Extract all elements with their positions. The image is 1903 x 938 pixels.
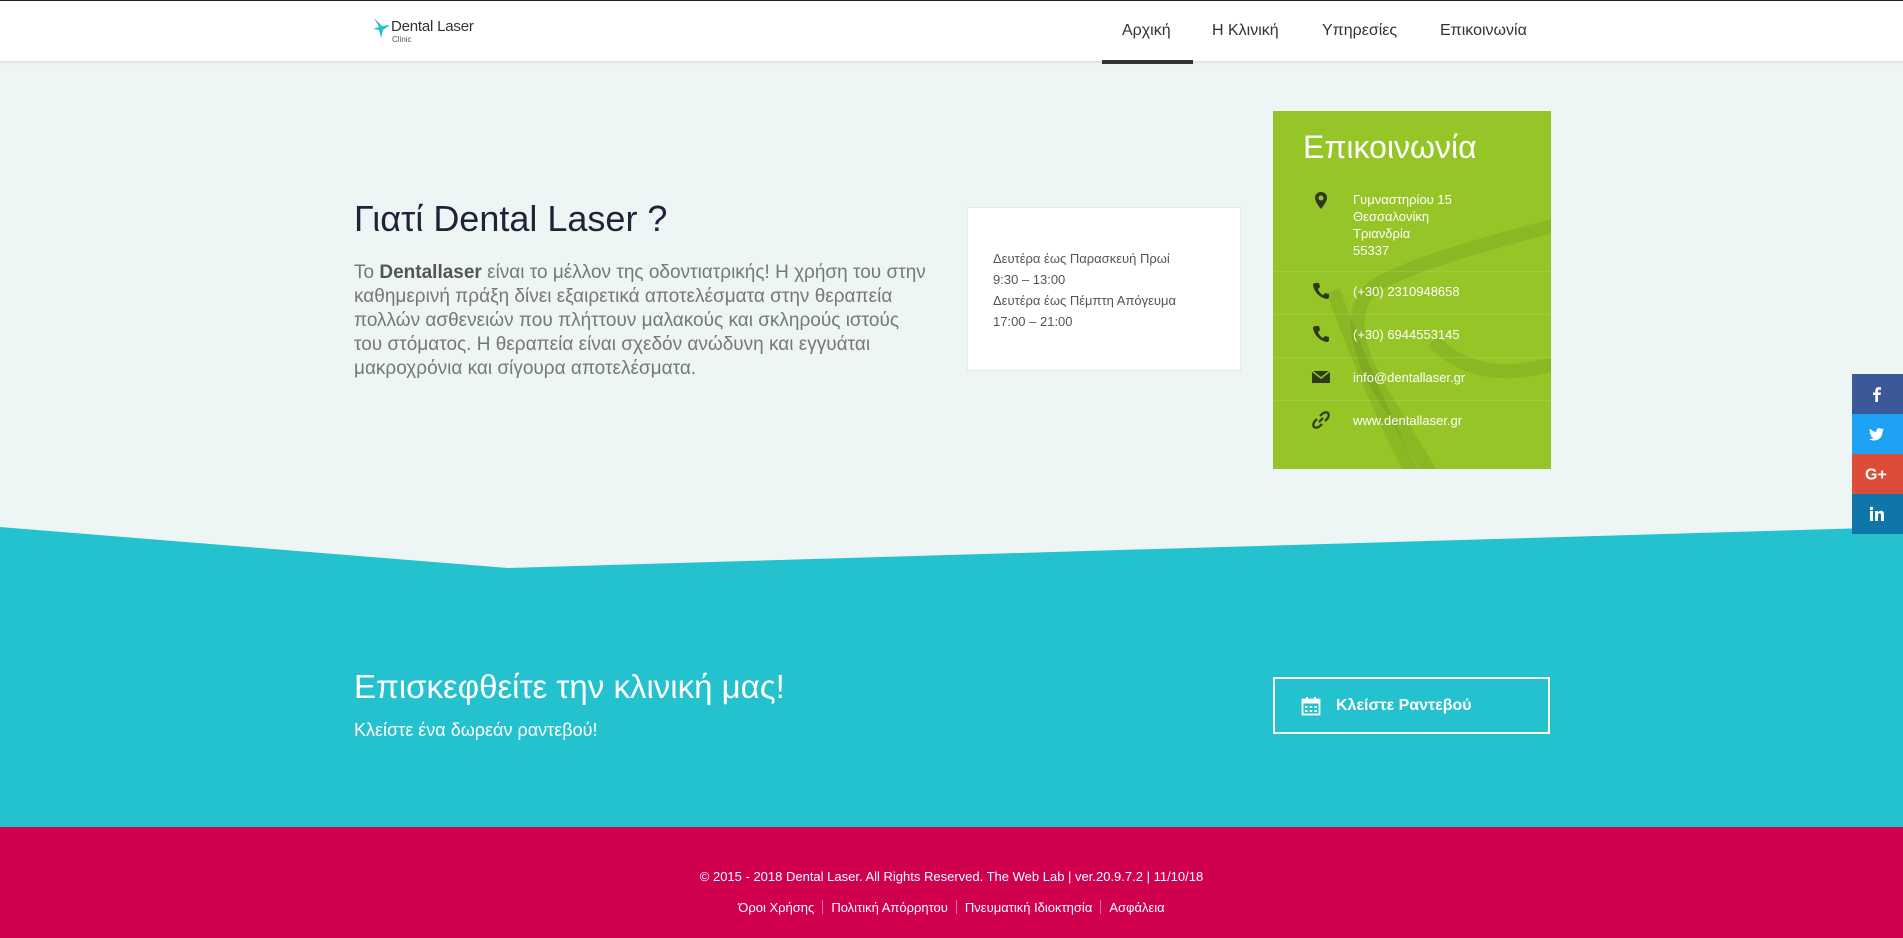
footer-link-security[interactable]: Ασφάλεια bbox=[1109, 900, 1164, 915]
book-appointment-button[interactable]: Κλείστε Ραντεβού bbox=[1273, 677, 1550, 734]
intro-text-bold: Dentallaser bbox=[379, 262, 482, 283]
copyright-text: © 2015 - 2018 Dental Laser. All Rights R… bbox=[699, 869, 1204, 884]
cta-title: Επισκεφθείτε την κλινική μας! bbox=[354, 668, 785, 705]
hours-line: 9:30 – 13:00 bbox=[993, 272, 1066, 287]
divider bbox=[1273, 400, 1551, 401]
linkedin-share-button[interactable] bbox=[1852, 494, 1903, 534]
envelope-icon bbox=[1311, 370, 1331, 383]
intro-text-prefix: Το bbox=[354, 262, 380, 283]
logo-star-icon bbox=[373, 18, 390, 38]
twitter-icon bbox=[1869, 428, 1884, 441]
calendar-icon bbox=[1301, 697, 1321, 716]
cta-subtitle: Κλείστε ένα δωρεάν ραντεβού! bbox=[354, 720, 598, 740]
contact-card: Επικοινωνία Γυμναστηρίου 15 Θεσσαλονίκη … bbox=[1273, 111, 1551, 469]
address-line: Γυμναστηρίου 15 bbox=[1353, 192, 1452, 207]
phone-2-text: (+30) 6944553145 bbox=[1353, 327, 1460, 342]
phone-1-text: (+30) 2310948658 bbox=[1353, 284, 1460, 299]
divider bbox=[1273, 357, 1551, 358]
nav-contact[interactable]: Επικοινωνία bbox=[1440, 22, 1527, 40]
footer-link-privacy[interactable]: Πολιτική Απόρρητου bbox=[831, 900, 948, 915]
contact-title: Επικοινωνία bbox=[1303, 129, 1477, 165]
intro-text: Το Dentallaser είναι το μέλλον της οδοντ… bbox=[354, 261, 929, 381]
address-line: Τριανδρία bbox=[1353, 226, 1411, 241]
phone-icon bbox=[1313, 326, 1329, 342]
logo-subtitle: Clinic bbox=[392, 35, 412, 44]
svg-text:G+: G+ bbox=[1865, 467, 1887, 483]
footer-link-ip[interactable]: Πνευματική Ιδιοκτησία bbox=[965, 900, 1092, 915]
website-text: www.dentallaser.gr bbox=[1353, 413, 1463, 428]
opening-hours-card: Δευτέρα έως Παρασκευή Πρωί 9:30 – 13:00 … bbox=[967, 207, 1241, 371]
address-line: Θεσσαλονίκη bbox=[1353, 209, 1430, 224]
hours-line: Δευτέρα έως Παρασκευή Πρωί bbox=[993, 251, 1170, 266]
site-header: Dental Laser Clinic Αρχική Η Κλινική Υπη… bbox=[0, 1, 1903, 64]
link-separator bbox=[955, 900, 957, 914]
hours-line: Δευτέρα έως Πέμπτη Απόγευμα bbox=[993, 293, 1177, 308]
link-separator bbox=[822, 900, 824, 914]
section-wave-divider bbox=[0, 520, 1903, 568]
footer-link-terms[interactable]: Όροι Χρήσης bbox=[738, 900, 814, 915]
map-marker-icon bbox=[1315, 192, 1327, 209]
google-plus-share-button[interactable]: G+ bbox=[1852, 454, 1903, 494]
logo-title: Dental Laser bbox=[391, 18, 474, 35]
linkedin-icon bbox=[1869, 506, 1884, 521]
nav-services[interactable]: Υπηρεσίες bbox=[1322, 22, 1397, 40]
google-plus-icon: G+ bbox=[1865, 467, 1887, 483]
book-appointment-label: Κλείστε Ραντεβού bbox=[1336, 697, 1472, 714]
facebook-share-button[interactable] bbox=[1852, 374, 1903, 414]
cta-section bbox=[0, 525, 1903, 827]
nav-clinic[interactable]: Η Κλινική bbox=[1212, 22, 1279, 40]
email-text: info@dentallaser.gr bbox=[1353, 370, 1466, 385]
hours-line: 17:00 – 21:00 bbox=[993, 314, 1073, 329]
logo[interactable]: Dental Laser Clinic bbox=[372, 15, 492, 45]
footer-links: Όροι Χρήσης Πολιτική Απόρρητου Πνευματική … bbox=[0, 900, 1903, 915]
link-icon bbox=[1312, 411, 1330, 429]
nav-active-indicator bbox=[1102, 60, 1193, 64]
phone-icon bbox=[1313, 283, 1329, 299]
intro-section: Γιατί Dental Laser ? Το Dentallaser είνα… bbox=[0, 61, 1903, 531]
nav-home[interactable]: Αρχική bbox=[1122, 22, 1171, 40]
twitter-share-button[interactable] bbox=[1852, 414, 1903, 454]
divider bbox=[1273, 314, 1551, 315]
divider bbox=[1273, 271, 1551, 272]
site-footer: © 2015 - 2018 Dental Laser. All Rights R… bbox=[0, 827, 1903, 938]
address-line: 55337 bbox=[1353, 243, 1390, 258]
intro-title: Γιατί Dental Laser ? bbox=[354, 198, 668, 239]
facebook-icon bbox=[1873, 387, 1881, 402]
link-separator bbox=[1100, 900, 1102, 914]
